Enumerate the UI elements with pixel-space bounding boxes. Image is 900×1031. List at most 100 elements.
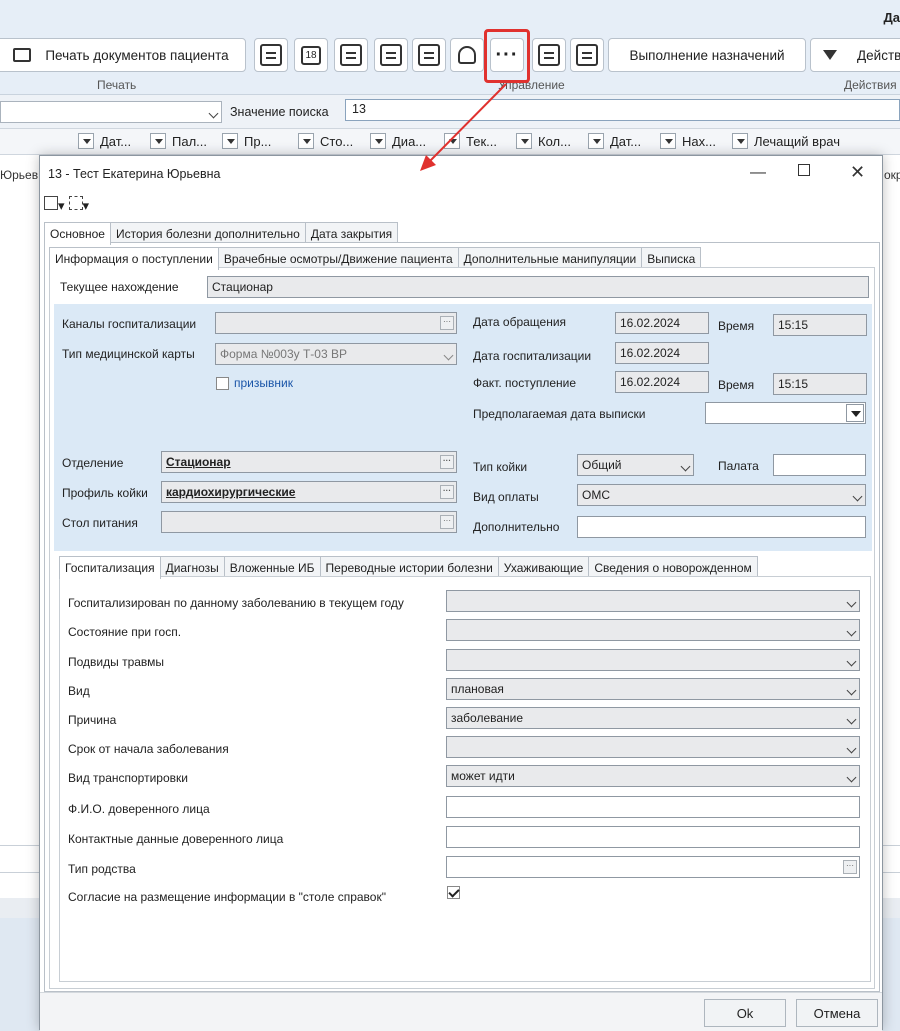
dropdown-icon[interactable] <box>846 404 864 422</box>
bag-add-icon <box>340 44 362 66</box>
proxy-name-field[interactable] <box>446 796 860 818</box>
chevron-down-icon <box>847 773 857 783</box>
column-header[interactable]: Дат... <box>588 133 641 149</box>
column-header[interactable]: Пал... <box>150 133 207 149</box>
department-field[interactable]: Стационар··· <box>161 451 457 473</box>
window-title: Да <box>884 10 900 25</box>
conscript-checkbox[interactable] <box>216 377 229 390</box>
execute-orders-button[interactable]: Выполнение назначений <box>608 38 806 72</box>
condition-label: Состояние при госп. <box>68 625 181 639</box>
column-header-row: Дат... Пал... Пр... Сто... Диа... Тек...… <box>0 129 900 155</box>
card-type-combo[interactable]: Форма №003у Т-03 ВР <box>215 343 457 365</box>
arrival-time-field[interactable]: 15:15 <box>773 373 867 395</box>
calendar-button[interactable]: 18 <box>294 38 328 72</box>
more-button-highlight <box>484 29 530 83</box>
hosp-this-year-combo[interactable] <box>446 590 860 612</box>
condition-combo[interactable] <box>446 619 860 641</box>
column-header[interactable]: Сто... <box>298 133 353 149</box>
search-input[interactable]: 13 <box>345 99 900 121</box>
payment-combo[interactable]: ОМС <box>577 484 866 506</box>
filter-dropdown-icon[interactable] <box>298 133 314 149</box>
bed-profile-field[interactable]: кардиохирургические··· <box>161 481 457 503</box>
clipboard-button[interactable] <box>412 38 446 72</box>
clipboard-thermo-button[interactable] <box>532 38 566 72</box>
column-header[interactable]: Кол... <box>516 133 571 149</box>
filter-dropdown-icon[interactable] <box>370 133 386 149</box>
dialog-titlebar: 13 - Тест Екатерина Юрьевна — ✕ <box>40 156 882 190</box>
column-header[interactable]: Лечащий врач <box>732 133 840 149</box>
list-cell-cut: Юрьев <box>0 168 38 182</box>
arrival-time-label: Время <box>718 378 754 392</box>
tab-hospitalization[interactable]: Госпитализация <box>59 556 161 579</box>
column-header[interactable]: Диа... <box>370 133 426 149</box>
tab-admission-info[interactable]: Информация о поступлении <box>49 247 219 270</box>
chevron-down-icon <box>847 657 857 667</box>
appeal-time-field[interactable]: 15:15 <box>773 314 867 336</box>
relation-type-label: Тип родства <box>68 862 136 876</box>
disease-onset-combo[interactable] <box>446 736 860 758</box>
column-header[interactable]: Нах... <box>660 133 716 149</box>
add-document-button[interactable] <box>254 38 288 72</box>
ellipsis-icon[interactable]: ··· <box>440 485 454 499</box>
close-icon[interactable]: ✕ <box>850 162 865 183</box>
column-header[interactable]: Тек... <box>444 133 497 149</box>
cancel-button[interactable]: Отмена <box>796 999 878 1027</box>
diet-field[interactable]: ··· <box>161 511 457 533</box>
chevron-down-icon <box>847 598 857 608</box>
injury-subtype-label: Подвиды травмы <box>68 655 164 669</box>
appeal-date-label: Дата обращения <box>473 315 566 329</box>
transport-combo[interactable]: может идти <box>446 765 860 787</box>
clipboard-edit-button[interactable] <box>570 38 604 72</box>
channels-field[interactable]: ··· <box>215 312 457 334</box>
filter-dropdown-icon[interactable] <box>732 133 748 149</box>
column-header[interactable]: Дат... <box>78 133 131 149</box>
tab-main[interactable]: Основное <box>44 222 111 245</box>
column-header[interactable]: Пр... <box>222 133 271 149</box>
actual-arrival-field[interactable]: 16.02.2024 <box>615 371 709 393</box>
report-dropdown-icon[interactable]: ▾ <box>44 196 65 214</box>
consent-checkbox[interactable] <box>447 886 460 899</box>
search-field-combo[interactable] <box>0 101 222 123</box>
filter-dropdown-icon[interactable] <box>660 133 676 149</box>
disease-onset-label: Срок от начала заболевания <box>68 742 229 756</box>
badge-button[interactable] <box>374 38 408 72</box>
ellipsis-icon[interactable]: ··· <box>440 316 454 330</box>
filter-dropdown-icon[interactable] <box>150 133 166 149</box>
injury-subtype-combo[interactable] <box>446 649 860 671</box>
filter-dropdown-icon[interactable] <box>78 133 94 149</box>
filter-dropdown-icon[interactable] <box>222 133 238 149</box>
additional-field[interactable] <box>577 516 866 538</box>
ellipsis-icon[interactable]: ··· <box>440 455 454 469</box>
relation-type-field[interactable]: ··· <box>446 856 860 878</box>
ok-button[interactable]: Ok <box>704 999 786 1027</box>
actions-button[interactable]: Действ <box>810 38 900 72</box>
filter-dropdown-icon[interactable] <box>588 133 604 149</box>
calendar-icon: 18 <box>301 46 320 65</box>
kind-combo[interactable]: плановая <box>446 678 860 700</box>
clipboard-thermometer-icon <box>538 44 560 66</box>
user-transfer-button[interactable] <box>450 38 484 72</box>
expected-discharge-field[interactable] <box>705 402 866 424</box>
ward-field[interactable] <box>773 454 866 476</box>
filter-dropdown-icon[interactable] <box>444 133 460 149</box>
bed-type-combo[interactable]: Общий <box>577 454 694 476</box>
appeal-date-field[interactable]: 16.02.2024 <box>615 312 709 334</box>
bag-add-button[interactable] <box>334 38 368 72</box>
hosp-date-field[interactable]: 16.02.2024 <box>615 342 709 364</box>
actual-arrival-label: Факт. поступление <box>473 376 576 390</box>
printer-icon <box>13 48 31 62</box>
additional-label: Дополнительно <box>473 520 559 534</box>
print-documents-button[interactable]: Печать документов пациента <box>0 38 246 72</box>
clipboard-edit-icon <box>576 44 598 66</box>
ellipsis-icon[interactable]: ··· <box>440 515 454 529</box>
proxy-contacts-field[interactable] <box>446 826 860 848</box>
list-cell-cut: окр <box>884 168 900 182</box>
conscript-label: призывник <box>234 376 293 390</box>
maximize-icon[interactable] <box>798 163 810 181</box>
reason-combo[interactable]: заболевание <box>446 707 860 729</box>
ellipsis-icon[interactable]: ··· <box>843 860 857 874</box>
proxy-name-label: Ф.И.О. доверенного лица <box>68 802 210 816</box>
minimize-icon[interactable]: — <box>750 164 766 182</box>
filter-dropdown-icon[interactable] <box>516 133 532 149</box>
settings-dropdown-icon[interactable]: ▾ <box>69 196 90 214</box>
